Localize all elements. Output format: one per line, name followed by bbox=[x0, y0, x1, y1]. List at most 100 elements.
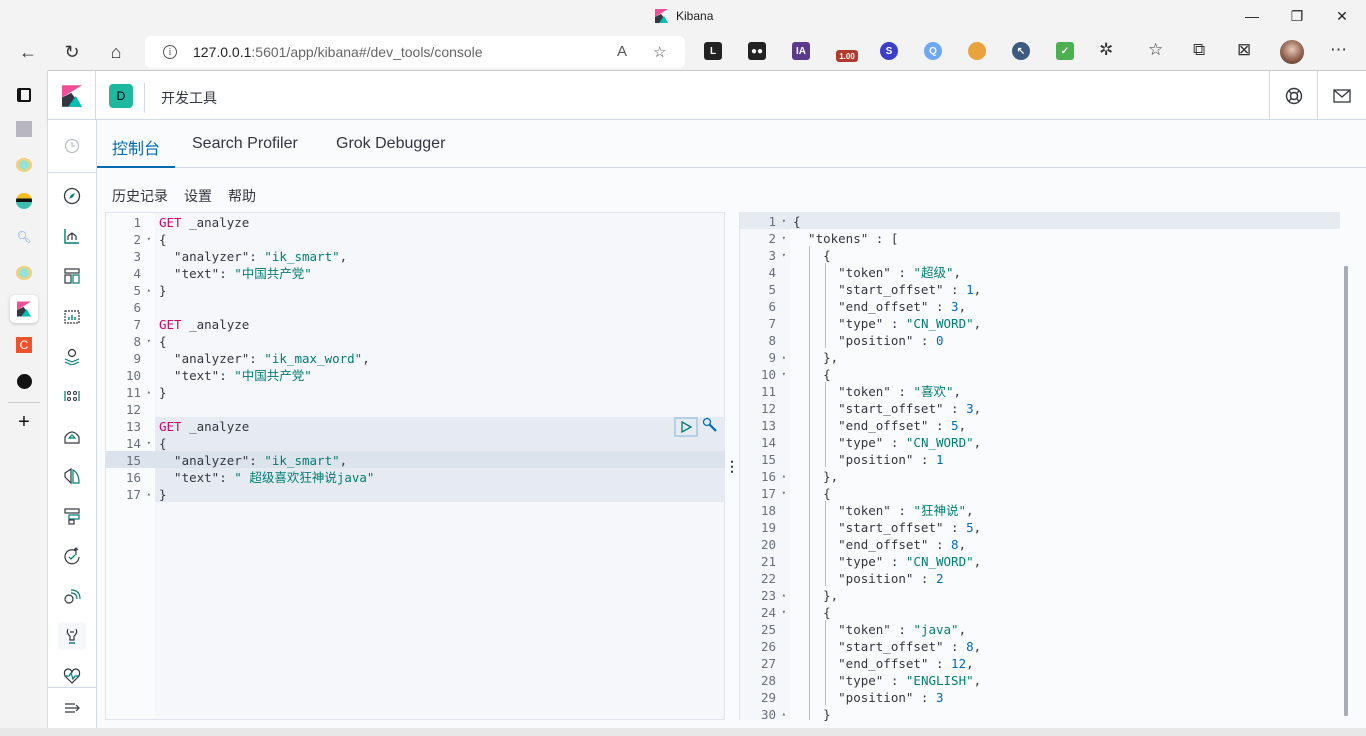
menu-settings[interactable]: 设置 bbox=[184, 186, 212, 206]
fold-arrow-icon[interactable]: ▾ bbox=[782, 485, 786, 502]
code-token: 1 bbox=[936, 452, 944, 467]
line-number-text: 14 bbox=[760, 435, 776, 450]
refresh-button[interactable]: ↻ bbox=[58, 39, 86, 65]
dev-tools-icon[interactable] bbox=[58, 622, 86, 650]
video-speed-ext-icon[interactable]: 1.00 bbox=[836, 50, 858, 62]
cursor-ext-icon[interactable]: ↖ bbox=[1012, 42, 1030, 60]
response-output[interactable]: 1 ▾{2 ▾ "tokens" : [3 ▾ {4 "token" : "超级", 5… bbox=[739, 212, 1359, 723]
help-button[interactable] bbox=[1269, 71, 1317, 120]
fold-arrow-icon[interactable]: ▾ bbox=[147, 333, 151, 350]
browser-toolbar: ← ↻ ⌂ i 127.0.0.1:5601/app/kibana#/dev_t… bbox=[0, 34, 1366, 70]
github-icon[interactable] bbox=[10, 367, 38, 395]
code-token: { bbox=[793, 605, 831, 620]
kibana-header: D 开发工具 bbox=[48, 71, 1366, 120]
logs-icon[interactable] bbox=[58, 462, 86, 490]
panel-resizer[interactable]: ⋮ bbox=[725, 212, 739, 720]
canvas-icon[interactable] bbox=[58, 302, 86, 330]
ia-ext-icon[interactable]: IA bbox=[792, 42, 810, 60]
s-ext-icon[interactable]: S bbox=[880, 42, 898, 60]
add-favorite-icon[interactable]: ☆ bbox=[653, 43, 666, 61]
menu-help[interactable]: 帮助 bbox=[228, 186, 256, 206]
siem-icon[interactable] bbox=[58, 582, 86, 610]
uptime-icon[interactable] bbox=[58, 542, 86, 570]
request-editor[interactable]: 1 GET _analyze 2 ▾{3 "analyzer": "ik_smart"… bbox=[105, 212, 725, 720]
fold-arrow-icon[interactable]: ▾ bbox=[782, 366, 786, 383]
dashboard-icon[interactable] bbox=[58, 262, 86, 290]
send-request-button[interactable] bbox=[674, 417, 698, 437]
menu-history[interactable]: 历史记录 bbox=[112, 186, 168, 206]
code-token: , bbox=[339, 249, 348, 264]
unfold-arrow-icon[interactable]: ▴ bbox=[782, 349, 786, 366]
code-token: "type" : bbox=[793, 316, 906, 331]
leetcode-ext-icon[interactable]: L bbox=[704, 42, 722, 60]
editor-line-number: 5 ▴ bbox=[106, 282, 153, 299]
fold-arrow-icon[interactable]: ▾ bbox=[782, 604, 786, 621]
search-ext-icon[interactable]: Q bbox=[924, 42, 942, 60]
elastic-app-icon[interactable] bbox=[10, 187, 38, 215]
math-solver-icon[interactable]: ⊠ bbox=[1237, 40, 1251, 60]
stack-monitoring-icon[interactable] bbox=[58, 662, 86, 690]
profile-avatar[interactable] bbox=[1280, 40, 1304, 64]
line-number-text: 3 bbox=[133, 249, 141, 264]
read-aloud-icon[interactable]: A bbox=[617, 43, 627, 60]
more-menu-icon[interactable]: ⋯ bbox=[1330, 40, 1347, 60]
line-number-text: 1 bbox=[133, 215, 141, 230]
colorful-app-icon[interactable] bbox=[10, 151, 38, 179]
apm-icon[interactable] bbox=[58, 502, 86, 530]
tab-search-profiler[interactable]: Search Profiler bbox=[192, 135, 298, 168]
fold-arrow-icon[interactable]: ▾ bbox=[782, 247, 786, 264]
maps-icon[interactable] bbox=[58, 342, 86, 370]
search-app-icon[interactable]: 🔍︎ bbox=[10, 223, 38, 251]
colorful-app-2-icon[interactable] bbox=[10, 259, 38, 287]
url-text[interactable]: 127.0.0.1:5601/app/kibana#/dev_tools/con… bbox=[193, 44, 483, 60]
visualize-icon[interactable] bbox=[58, 222, 86, 250]
collections-icon[interactable]: ⧉ bbox=[1193, 40, 1205, 60]
back-button[interactable]: ← bbox=[14, 39, 42, 65]
wrench-icon bbox=[702, 417, 717, 432]
minimize-button[interactable]: — bbox=[1242, 8, 1262, 24]
code-token: , bbox=[973, 673, 982, 688]
site-info-icon[interactable]: i bbox=[163, 45, 177, 59]
fruit-ext-icon[interactable] bbox=[968, 42, 986, 60]
adguard-ext-icon[interactable]: ✓ bbox=[1056, 42, 1074, 60]
tab-grok-debugger[interactable]: Grok Debugger bbox=[336, 135, 445, 168]
unfold-arrow-icon[interactable]: ▴ bbox=[147, 384, 151, 401]
unfold-arrow-icon[interactable]: ▴ bbox=[782, 468, 786, 485]
anime-avatar-icon[interactable] bbox=[10, 115, 38, 143]
space-avatar[interactable]: D bbox=[109, 84, 133, 108]
discover-icon[interactable] bbox=[58, 182, 86, 210]
unfold-arrow-icon[interactable]: ▴ bbox=[782, 706, 786, 723]
address-bar[interactable]: i 127.0.0.1:5601/app/kibana#/dev_tools/c… bbox=[145, 36, 685, 68]
request-options-button[interactable] bbox=[702, 417, 718, 437]
kibana-app-icon[interactable] bbox=[10, 295, 38, 323]
extensions-icon[interactable]: ✲ bbox=[1099, 40, 1113, 60]
restore-icon[interactable]: ❐ bbox=[1287, 8, 1307, 25]
home-button[interactable]: ⌂ bbox=[102, 39, 130, 65]
ml-icon[interactable] bbox=[58, 382, 86, 410]
add-app-icon[interactable]: + bbox=[10, 408, 38, 436]
output-scrollbar[interactable] bbox=[1344, 266, 1348, 716]
tampermonkey-ext-icon[interactable]: ●● bbox=[748, 42, 766, 60]
code-token: "token" : bbox=[793, 622, 914, 637]
newsfeed-button[interactable] bbox=[1317, 71, 1365, 120]
close-window-button[interactable]: ✕ bbox=[1332, 8, 1352, 25]
kibana-logo[interactable] bbox=[48, 71, 96, 120]
infrastructure-icon[interactable] bbox=[58, 422, 86, 450]
tab-actions-icon[interactable] bbox=[10, 81, 38, 109]
lifebuoy-icon bbox=[1285, 87, 1302, 104]
recently-viewed-icon[interactable] bbox=[58, 132, 86, 160]
editor-line-number: 4 bbox=[106, 265, 153, 282]
fold-arrow-icon[interactable]: ▾ bbox=[147, 435, 151, 452]
c-app-icon[interactable]: C bbox=[10, 331, 38, 359]
fold-arrow-icon[interactable]: ▾ bbox=[782, 230, 786, 247]
tab-console[interactable]: 控制台 bbox=[97, 135, 176, 168]
unfold-arrow-icon[interactable]: ▴ bbox=[147, 282, 151, 299]
unfold-arrow-icon[interactable]: ▴ bbox=[147, 486, 151, 503]
fold-arrow-icon[interactable]: ▾ bbox=[782, 213, 786, 230]
code-token: "CN_WORD" bbox=[905, 554, 974, 569]
collapse-nav-icon[interactable] bbox=[58, 694, 86, 722]
favorites-icon[interactable]: ☆ bbox=[1148, 40, 1163, 60]
unfold-arrow-icon[interactable]: ▴ bbox=[782, 587, 786, 604]
code-token: { bbox=[159, 334, 167, 349]
fold-arrow-icon[interactable]: ▾ bbox=[147, 231, 151, 248]
